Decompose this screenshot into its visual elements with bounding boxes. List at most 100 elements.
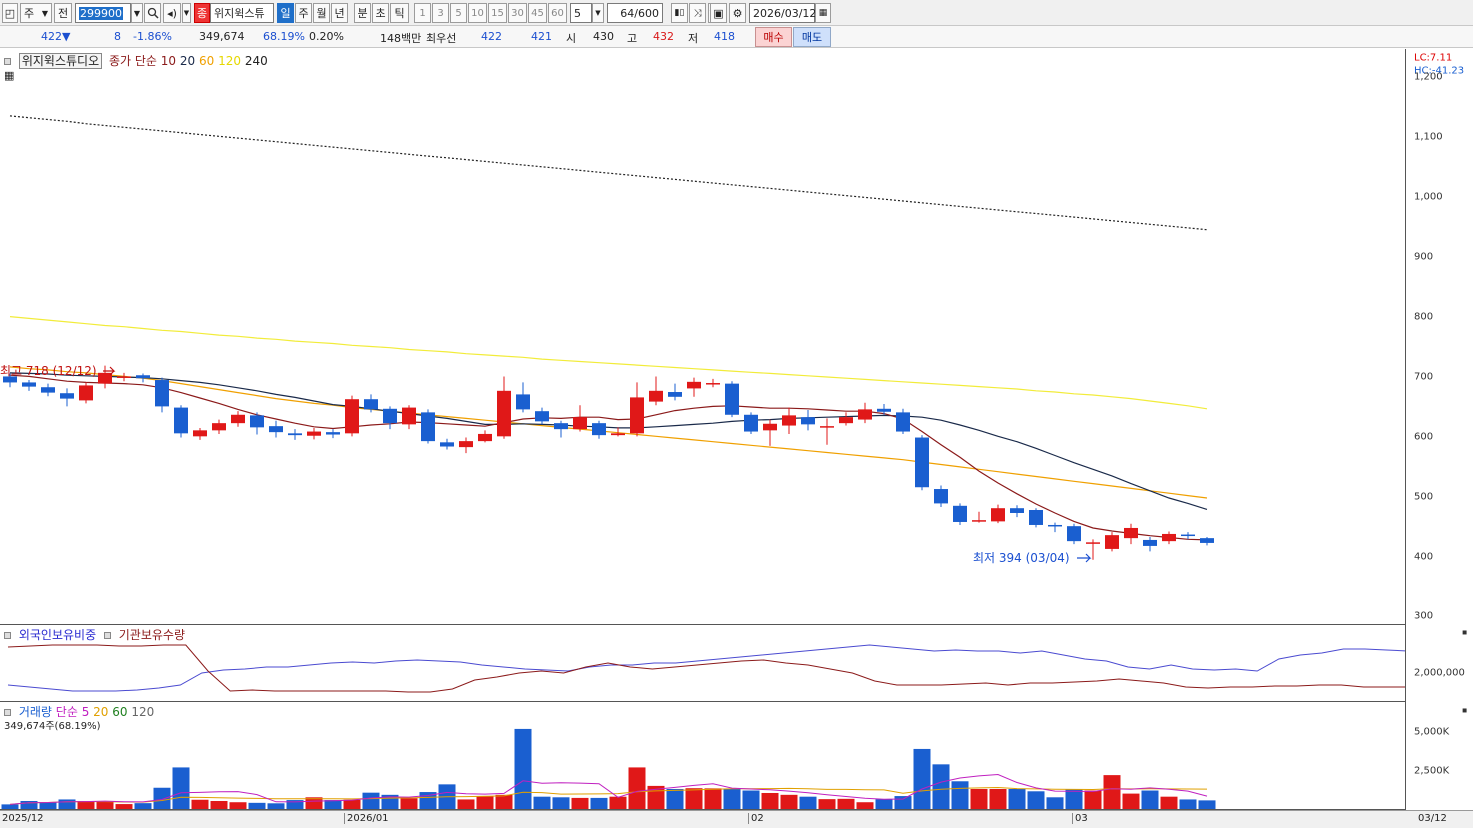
volume-panel[interactable]: 거래량 단순 5 20 60 120 349,674주(68.19%) (0, 702, 1405, 810)
tab-tick[interactable]: 틱 (390, 3, 409, 23)
interval-input[interactable]: 5 (570, 3, 592, 23)
save-icon[interactable]: ▣ (710, 3, 727, 23)
tab-day[interactable]: 일 (277, 3, 294, 23)
minute-option-45[interactable]: 45 (528, 3, 547, 23)
minute-option-30[interactable]: 30 (508, 3, 527, 23)
candle-body (725, 383, 739, 415)
volume-bar (1179, 799, 1197, 809)
y-tick-1200: 1,200 (1414, 71, 1443, 83)
minute-option-5[interactable]: 5 (450, 3, 467, 23)
price-axis: LC:7.11 HC:-41.23 1,200 1,100 1,000 900 … (1405, 49, 1473, 625)
volume-bar (514, 728, 532, 809)
tab-week[interactable]: 주 (295, 3, 312, 23)
tab-year[interactable]: 년 (331, 3, 348, 23)
sound-icon[interactable]: ◂) (163, 3, 181, 23)
candle-body (440, 442, 454, 447)
candle-body (421, 412, 435, 442)
candle-type-icon[interactable]: ▮▯ (671, 3, 688, 23)
sell-button[interactable]: 매도 (793, 27, 831, 47)
date-label-2026-01: 2026/01 (344, 813, 389, 824)
ma120-label: 120 (218, 54, 241, 68)
volume-bar (951, 781, 969, 809)
volume-bar (476, 796, 494, 809)
code-dropdown-icon[interactable]: ▼ (131, 3, 143, 23)
volume-bar (39, 802, 57, 809)
volume-bar (761, 792, 779, 809)
count-display: 64/600 (607, 3, 663, 23)
volume-bar (115, 804, 133, 809)
current-price: 422 (41, 30, 62, 43)
volume-bar (248, 802, 266, 809)
grid-icon[interactable]: ▦ (4, 69, 14, 82)
ma60-line (9, 366, 1208, 499)
volume-bar (799, 796, 817, 809)
volume-bar (1008, 788, 1026, 809)
y-tick-800: 800 (1414, 311, 1434, 323)
search-icon[interactable] (144, 3, 161, 23)
change-percent: -1.86% (133, 30, 172, 43)
volume-bar (590, 797, 608, 809)
chevron-down-icon[interactable]: ▼ (592, 3, 604, 23)
stock-code-input[interactable]: 299900 (75, 3, 131, 23)
minute-option-10[interactable]: 10 (468, 3, 487, 23)
minute-option-15[interactable]: 15 (488, 3, 507, 23)
date-input[interactable]: 2026/03/12 (749, 3, 816, 23)
panel-handle-icon[interactable] (103, 632, 111, 639)
price-chart-panel[interactable]: 위지윅스튜디오 종가 단순 10 20 60 120 240 ▦ 최고 718 … (0, 49, 1405, 625)
volume-bar (552, 797, 570, 809)
price-chart[interactable] (0, 49, 1405, 625)
minute-option-3[interactable]: 3 (432, 3, 449, 23)
date-label-current: 03/12 (1418, 813, 1447, 824)
volume-bar (210, 800, 228, 809)
panel-handle-icon[interactable] (4, 58, 11, 65)
candle-body (1162, 533, 1176, 542)
volume-bar (134, 803, 152, 809)
crosshair-icon[interactable]: ⤨ (689, 3, 706, 23)
tab-month[interactable]: 월 (313, 3, 330, 23)
ma20-label: 20 (179, 54, 196, 68)
gear-icon[interactable]: ⚙ (729, 3, 746, 23)
minute-option-1[interactable]: 1 (414, 3, 431, 23)
volume-bar (1, 804, 19, 809)
candle-body (402, 407, 416, 425)
close-panel-icon[interactable]: ▪ (1462, 628, 1467, 637)
volume-bar (153, 787, 171, 809)
candle-body (79, 385, 93, 401)
panel-handle-icon[interactable] (4, 632, 11, 639)
candle-body (763, 423, 777, 431)
volume-bar (1084, 790, 1102, 809)
volume-bar (685, 788, 703, 809)
period-select[interactable]: 주 ▼ (20, 3, 52, 23)
chevron-down-icon[interactable]: ▼ (182, 3, 191, 23)
volume-bar (571, 797, 589, 809)
tab-minute[interactable]: 분 (354, 3, 371, 23)
candle-body (307, 431, 321, 436)
lc-label: LC:7.11 (1414, 52, 1453, 64)
stock-name-field[interactable]: 위지윅스튜 (210, 3, 274, 23)
ma60-label: 60 (198, 54, 215, 68)
buy-button[interactable]: 매수 (755, 27, 792, 47)
candle-body (896, 412, 910, 432)
chevron-down-icon: ▼ (41, 8, 48, 18)
candle-body (744, 414, 758, 432)
volume-bar (609, 796, 627, 809)
date-axis: 2025/12 2026/01 02 03 03/12 (0, 810, 1473, 828)
candle-body (1181, 534, 1195, 537)
holding-chart (7, 644, 1405, 693)
candle-body (953, 505, 967, 522)
close-panel-icon[interactable]: ▪ (1462, 706, 1467, 715)
calendar-icon[interactable]: ▦ (815, 3, 831, 23)
candle-body (611, 433, 625, 436)
tab-second[interactable]: 초 (372, 3, 389, 23)
prefix-button[interactable]: 전 (54, 3, 72, 23)
panel-handle-icon[interactable] (4, 709, 11, 716)
volume-bar (172, 767, 190, 809)
institution-line (7, 644, 1405, 693)
minute-option-60[interactable]: 60 (548, 3, 567, 23)
volume-bar (58, 799, 76, 809)
holding-panel[interactable]: 외국인보유비중 기관보유수량 (0, 625, 1405, 702)
candle-body (1067, 526, 1081, 542)
window-menu-icon[interactable]: ◰ (2, 3, 18, 23)
period-select-value: 주 (24, 7, 35, 20)
candle-body (573, 417, 587, 430)
